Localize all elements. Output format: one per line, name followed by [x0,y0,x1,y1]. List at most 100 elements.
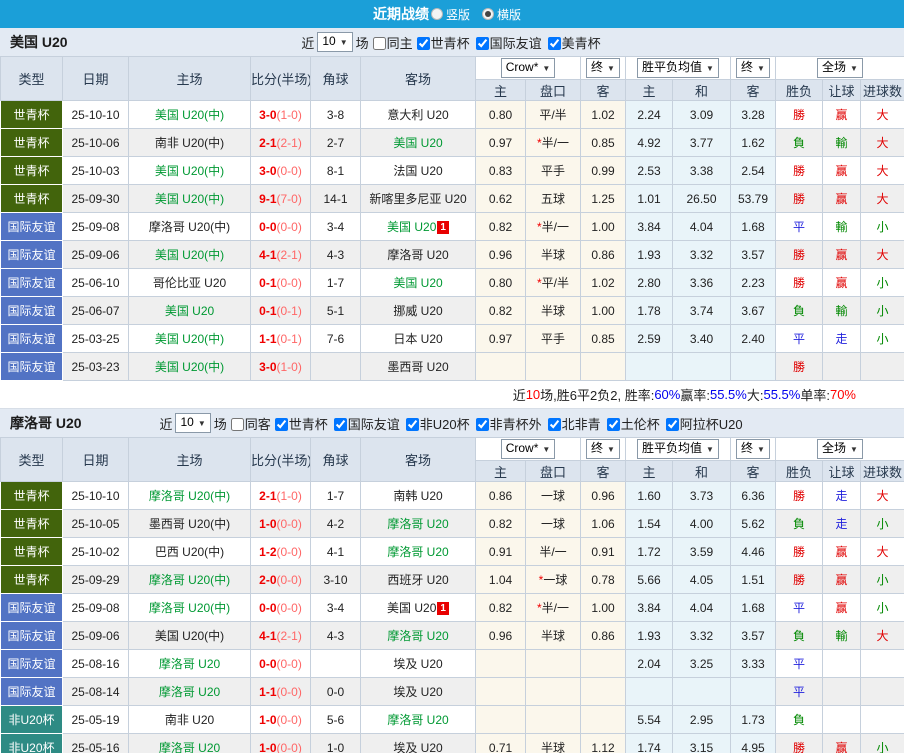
home-team[interactable]: 墨西哥 U20(中) [128,509,251,538]
same-venue-checkbox[interactable] [372,36,386,50]
away-team[interactable]: 新喀里多尼亚 U20 [360,184,476,213]
home-team[interactable]: 美国 U20(中) [128,621,251,650]
match-row: 世青杯 25-09-29 摩洛哥 U20(中) 2-0(0-0) 3-10 西班… [0,565,904,594]
home-team[interactable]: 美国 U20(中) [128,324,251,353]
away-team[interactable]: 法国 U20 [360,156,476,185]
match-count-select[interactable]: 10 ▼ [317,32,353,52]
chevron-down-icon: ▼ [339,38,348,47]
cup-filter[interactable]: 国际友谊 [330,417,400,432]
sub-avg-draw: 和 [672,79,731,101]
home-team[interactable]: 美国 U20(中) [128,100,251,129]
cup-filter[interactable]: 非青杯外 [472,417,542,432]
cup-checkbox[interactable] [274,417,288,431]
result-wdl: 勝 [775,240,823,269]
sub-away: 客 [580,79,626,101]
odds-final-select[interactable]: 终 ▼ [586,439,620,459]
away-team-name: 埃及 U20 [393,657,443,671]
home-team[interactable]: 摩洛哥 U20(中) [128,481,251,510]
cup-filter[interactable]: 北非青 [544,417,601,432]
home-team[interactable]: 美国 U20(中) [128,240,251,269]
away-team[interactable]: 美国 U20 [360,268,476,297]
avg-odds-select[interactable]: 胜平负均值 ▼ [637,58,719,78]
cup-filter[interactable]: 世青杯 [413,36,470,51]
cup-checkbox[interactable] [475,36,489,50]
fulltime-score: 1-1 [259,684,277,699]
home-team[interactable]: 摩洛哥 U20 [128,733,251,753]
odds-away: 0.85 [580,324,626,353]
home-team[interactable]: 摩洛哥 U20(中) [128,212,251,241]
home-team[interactable]: 美国 U20(中) [128,352,251,381]
match-count-select[interactable]: 10 ▼ [175,413,211,433]
away-team[interactable]: 南韩 U20 [360,481,476,510]
cup-filters-usa: 世青杯 国际友谊 美青杯 [413,33,603,52]
home-team[interactable]: 南非 U20(中) [128,128,251,157]
avg-final-select[interactable]: 终 ▼ [736,439,770,459]
odds-home: 0.96 [475,240,526,269]
horizontal-layout-label[interactable]: 横版 [497,6,521,23]
cup-filter[interactable]: 国际友谊 [472,36,542,51]
same-venue-filter[interactable]: 同客 [227,414,271,433]
cup-checkbox[interactable] [333,417,347,431]
away-team[interactable]: 埃及 U20 [360,733,476,753]
odds-final-select[interactable]: 终 ▼ [586,58,620,78]
away-team[interactable]: 墨西哥 U20 [360,352,476,381]
cup-filter[interactable]: 土伦杯 [603,417,660,432]
bookmaker-select[interactable]: Crow* ▼ [500,58,556,78]
cup-checkbox[interactable] [416,36,430,50]
scope-select[interactable]: 全场 ▼ [817,58,863,78]
avg-draw-odds: 3.32 [672,240,731,269]
cup-checkbox[interactable] [475,417,489,431]
away-team[interactable]: 美国 U20 [360,128,476,157]
vertical-layout-label[interactable]: 竖版 [446,6,470,23]
away-team[interactable]: 摩洛哥 U20 [360,537,476,566]
same-venue-checkbox[interactable] [230,417,244,431]
away-team[interactable]: 摩洛哥 U20 [360,240,476,269]
away-team[interactable]: 埃及 U20 [360,649,476,678]
cup-filter[interactable]: 阿拉杯U20 [662,417,743,432]
match-row: 国际友谊 25-09-08 摩洛哥 U20(中) 0-0(0-0) 3-4 美国… [0,593,904,622]
match-date: 25-06-10 [62,268,129,297]
away-team[interactable]: 摩洛哥 U20 [360,621,476,650]
home-team[interactable]: 摩洛哥 U20 [128,677,251,706]
away-team[interactable]: 美国 U20 1 [360,593,476,622]
cup-checkbox[interactable] [547,417,561,431]
away-team[interactable]: 日本 U20 [360,324,476,353]
cup-checkbox[interactable] [547,36,561,50]
home-team[interactable]: 摩洛哥 U20(中) [128,593,251,622]
competition-type-cell: 国际友谊 [0,212,63,241]
cup-checkbox[interactable] [665,417,679,431]
home-team[interactable]: 巴西 U20(中) [128,537,251,566]
away-team[interactable]: 埃及 U20 [360,677,476,706]
away-team[interactable]: 西班牙 U20 [360,565,476,594]
scope-select[interactable]: 全场 ▼ [817,439,863,459]
away-team[interactable]: 美国 U20 1 [360,212,476,241]
cup-checkbox[interactable] [405,417,419,431]
away-team[interactable]: 摩洛哥 U20 [360,509,476,538]
same-venue-filter[interactable]: 同主 [369,33,413,52]
away-team[interactable]: 意大利 U20 [360,100,476,129]
home-team[interactable]: 美国 U20 [128,296,251,325]
away-team[interactable]: 挪威 U20 [360,296,476,325]
home-team[interactable]: 摩洛哥 U20(中) [128,565,251,594]
cup-checkbox[interactable] [606,417,620,431]
corners: 3-10 [310,565,361,594]
home-team[interactable]: 美国 U20(中) [128,156,251,185]
cup-filter[interactable]: 非U20杯 [402,417,470,432]
home-team[interactable]: 哥伦比亚 U20 [128,268,251,297]
avg-home-odds: 4.92 [625,128,673,157]
home-team[interactable]: 摩洛哥 U20 [128,649,251,678]
away-team[interactable]: 摩洛哥 U20 [360,705,476,734]
home-team[interactable]: 美国 U20(中) [128,184,251,213]
horizontal-layout-radio[interactable] [482,8,494,20]
avg-odds-select[interactable]: 胜平负均值 ▼ [637,439,719,459]
avg-final-select[interactable]: 终 ▼ [736,58,770,78]
avg-home-odds: 2.80 [625,268,673,297]
cup-filter[interactable]: 美青杯 [544,36,601,51]
handicap-value: 半球 [540,741,565,753]
odds-home: 0.86 [475,481,526,510]
vertical-layout-radio[interactable] [430,8,443,20]
bookmaker-select[interactable]: Crow* ▼ [500,439,556,459]
avg-away-odds: 53.79 [730,184,776,213]
home-team[interactable]: 南非 U20 [128,705,251,734]
cup-filter[interactable]: 世青杯 [271,417,328,432]
